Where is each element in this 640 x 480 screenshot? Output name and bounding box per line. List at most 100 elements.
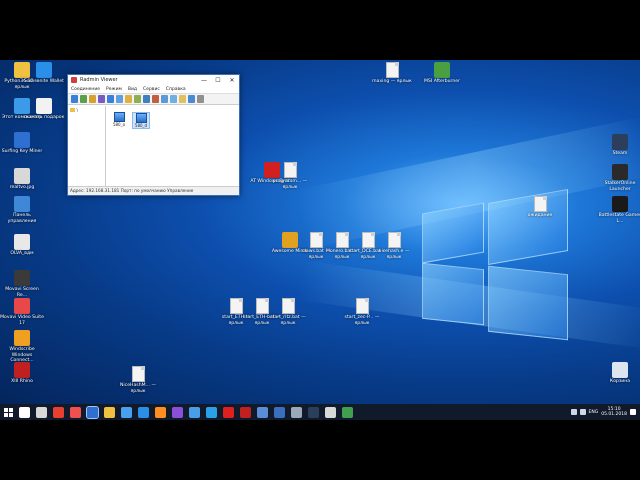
desktop-icon[interactable]: скачать подарок xyxy=(22,98,66,121)
window-titlebar[interactable]: Radmin Viewer — ☐ ✕ xyxy=(68,75,239,85)
desktop-icon[interactable]: XIII Rhino xyxy=(0,362,44,385)
window-title: Radmin Viewer xyxy=(80,77,118,83)
toolbar-button-icon[interactable] xyxy=(125,95,132,103)
clock[interactable]: 15:10 05.01.2018 xyxy=(601,407,627,418)
app-shortcut-icon xyxy=(612,134,628,150)
desktop-icon[interactable]: maxing — ярлык xyxy=(370,62,414,85)
taskbar-app-icon[interactable] xyxy=(70,406,81,418)
app-shortcut-icon xyxy=(612,164,628,180)
network-icon[interactable] xyxy=(570,409,577,415)
taskbar-app-icon[interactable] xyxy=(155,406,166,418)
desktop-icon[interactable]: start_zec-P... — ярлык xyxy=(340,298,384,326)
toolbar-button-icon[interactable] xyxy=(188,95,195,103)
toolbar-button-icon[interactable] xyxy=(89,95,96,103)
app-shortcut-icon xyxy=(14,234,30,250)
taskbar-app-icon[interactable] xyxy=(19,406,30,418)
toolbar-button-icon[interactable] xyxy=(107,95,114,103)
app-shortcut-icon xyxy=(434,62,450,78)
desktop-icon-label: MSI Afterburner xyxy=(424,79,460,84)
desktop-icon[interactable]: nicehash.e — ярлык xyxy=(372,232,416,260)
toolbar-button-icon[interactable] xyxy=(179,95,186,103)
volume-icon[interactable] xyxy=(579,409,586,415)
taskbar-apps xyxy=(16,405,356,419)
taskbar-app-icon[interactable] xyxy=(308,406,319,418)
desktop-icon[interactable]: programm... — ярлык xyxy=(268,162,312,190)
toolbar-button-icon[interactable] xyxy=(161,95,168,103)
toolbar-button-icon[interactable] xyxy=(98,95,105,103)
maximize-button[interactable]: ☐ xyxy=(211,77,225,84)
tree-root[interactable]: \ xyxy=(76,109,78,114)
desktop-icon[interactable]: start_ritz.bat — ярлык xyxy=(266,298,310,326)
taskbar-app-icon[interactable] xyxy=(36,406,47,418)
desktop-icon[interactable]: Панель управления xyxy=(0,196,44,224)
taskbar-app-icon[interactable] xyxy=(53,406,64,418)
windows-logo-icon xyxy=(3,407,13,417)
desktop-icon[interactable]: MSI Afterburner xyxy=(420,62,464,85)
taskbar-app-icon[interactable] xyxy=(121,406,132,418)
taskbar-app-icon[interactable] xyxy=(274,406,285,418)
desktop-icon[interactable]: Steam xyxy=(598,134,640,157)
toolbar-button-icon[interactable] xyxy=(116,95,123,103)
desktop-icon[interactable]: Movavi Video Suite 17 xyxy=(0,298,44,326)
shortcut-file-icon xyxy=(355,298,369,314)
menu-view[interactable]: Вид xyxy=(128,87,137,92)
folder-tree[interactable]: \ xyxy=(68,106,106,186)
app-shortcut-icon xyxy=(36,62,52,78)
desktop-icon[interactable]: OLVA_вдм xyxy=(0,234,44,257)
desktop-icon[interactable]: Samsonite Wallet xyxy=(22,62,66,85)
minimize-button[interactable]: — xyxy=(197,77,211,84)
taskbar-app-icon[interactable] xyxy=(240,406,251,418)
radmin-viewer-window[interactable]: Radmin Viewer — ☐ ✕ Соединение Режим Вид… xyxy=(67,74,240,196)
taskbar-app-icon[interactable] xyxy=(189,406,200,418)
taskbar-app-icon[interactable] xyxy=(138,406,149,418)
taskbar-app-icon[interactable] xyxy=(86,405,99,419)
desktop-icon-label: ожидание xyxy=(527,213,553,218)
close-button[interactable]: ✕ xyxy=(225,77,239,84)
toolbar-button-icon[interactable] xyxy=(143,95,150,103)
taskbar-app-icon[interactable] xyxy=(325,406,336,418)
connection-list[interactable]: 580_o 580_d xyxy=(106,106,239,186)
taskbar: ENG 15:10 05.01.2018 xyxy=(0,404,640,420)
taskbar-app-icon[interactable] xyxy=(172,406,183,418)
app-shortcut-icon xyxy=(14,270,30,286)
menu-connection[interactable]: Соединение xyxy=(71,87,100,92)
connection-item[interactable]: 580_o xyxy=(110,112,128,127)
toolbar-button-icon[interactable] xyxy=(197,95,204,103)
taskbar-app-icon[interactable] xyxy=(104,406,115,418)
desktop-icon[interactable]: Movavi Screen Re... xyxy=(0,270,44,298)
menu-service[interactable]: Сервис xyxy=(143,87,160,92)
shortcut-file-icon xyxy=(533,196,547,212)
desktop-icon[interactable]: StalkerOnline Launcher xyxy=(598,164,640,192)
desktop-icon[interactable]: Корзина xyxy=(598,362,640,385)
desktop-icon[interactable]: Windscribe Windows Connect... xyxy=(0,330,44,364)
menu-mode[interactable]: Режим xyxy=(106,87,122,92)
desktop-icon[interactable]: realtvo.jpg xyxy=(0,168,44,191)
toolbar-button-icon[interactable] xyxy=(170,95,177,103)
desktop-icon[interactable]: ожидание xyxy=(518,196,562,219)
toolbar-button-icon[interactable] xyxy=(152,95,159,103)
desktop-icon[interactable]: Battlestate Games L... xyxy=(598,196,640,224)
menu-bar: Соединение Режим Вид Сервис Справка xyxy=(68,85,239,94)
taskbar-app-icon[interactable] xyxy=(257,406,268,418)
language-indicator[interactable]: ENG xyxy=(589,410,599,415)
toolbar-button-icon[interactable] xyxy=(71,95,78,103)
desktop-icon[interactable]: Surfing Key Miner xyxy=(0,132,44,155)
app-icon xyxy=(71,77,77,83)
computer-icon xyxy=(113,112,125,122)
taskbar-app-icon[interactable] xyxy=(291,406,302,418)
desktop-icon-label: nicehash.e — ярлык xyxy=(378,249,410,260)
toolbar-button-icon[interactable] xyxy=(80,95,87,103)
connection-label: 580_d xyxy=(134,123,148,128)
connection-item-selected[interactable]: 580_d xyxy=(132,112,150,129)
taskbar-app-icon[interactable] xyxy=(223,406,234,418)
start-button[interactable] xyxy=(0,404,16,420)
taskbar-app-icon[interactable] xyxy=(342,406,353,418)
menu-help[interactable]: Справка xyxy=(166,87,186,92)
desktop-icon[interactable]: NiceHashM... — ярлык xyxy=(116,366,160,394)
notifications-icon[interactable] xyxy=(630,409,636,415)
toolbar-button-icon[interactable] xyxy=(134,95,141,103)
desktop-icon-label: OLVA_вдм xyxy=(10,251,34,256)
app-shortcut-icon xyxy=(612,196,628,212)
desktop-icon-label: start_ritz.bat — ярлык xyxy=(270,315,306,326)
taskbar-app-icon[interactable] xyxy=(206,406,217,418)
